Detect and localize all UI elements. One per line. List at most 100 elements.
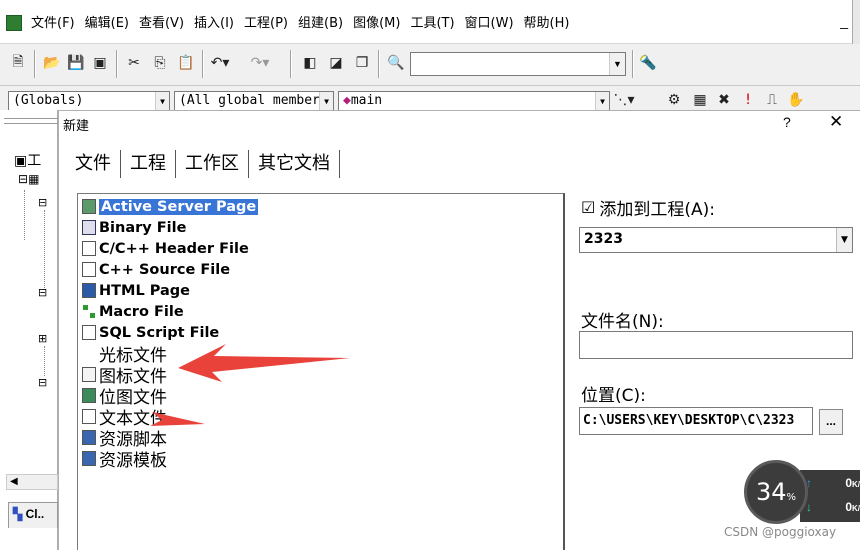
paste-icon[interactable]: 📋	[176, 53, 196, 73]
tree-node-expand[interactable]: ⊞	[38, 332, 47, 345]
text-file-icon	[82, 409, 96, 424]
output-window-icon[interactable]: ◪	[326, 53, 346, 73]
compile-icon[interactable]: ⚙	[664, 90, 684, 110]
new-text-file-icon[interactable]: 🗎	[8, 53, 28, 73]
memory-percent: 34	[755, 478, 787, 506]
menu-item[interactable]: 查看(V)	[134, 15, 189, 33]
html-icon	[82, 283, 96, 298]
menu-item[interactable]: 图像(M)	[348, 15, 405, 33]
hand-icon[interactable]: ✋	[786, 90, 806, 110]
file-type-item[interactable]: Binary File	[82, 217, 186, 238]
search-icon[interactable]: 🔦	[638, 53, 658, 73]
horizontal-scrollbar[interactable]: ◀	[6, 474, 58, 490]
members-combo-value: (All global members	[179, 93, 328, 108]
file-type-item[interactable]: 光标文件	[82, 343, 167, 366]
save-icon[interactable]: 💾	[66, 53, 86, 73]
speed-panel: ↑ 0K/ ↓ 0K/	[800, 470, 860, 522]
tree-line	[24, 190, 25, 240]
project-select[interactable]: 2323 ▼	[579, 227, 853, 253]
stop-build-icon[interactable]: ✖	[714, 90, 734, 110]
file-type-item[interactable]: 位图文件	[82, 385, 167, 408]
menu-item[interactable]: 帮助(H)	[519, 15, 575, 33]
members-combo[interactable]: (All global members ▼	[174, 91, 334, 110]
file-type-item[interactable]: 图标文件	[82, 364, 167, 387]
tree-line	[44, 210, 45, 290]
class-combo[interactable]: (Globals) ▼	[8, 91, 170, 110]
open-folder-icon[interactable]: 📂	[42, 53, 62, 73]
help-button[interactable]: ?	[783, 114, 791, 130]
chevron-down-icon[interactable]: ▼	[155, 92, 169, 110]
chevron-down-icon[interactable]: ▼	[609, 53, 625, 75]
menu-items: 文件(F) 编辑(E) 查看(V) 插入(I) 工程(P) 组建(B) 图像(M) 工具(T)…	[26, 15, 574, 33]
dialog-tab[interactable]: 其它文档	[249, 150, 340, 178]
file-type-item[interactable]: C++ Source File	[82, 259, 230, 280]
find-in-files-icon[interactable]: 🔍	[386, 53, 406, 73]
chevron-down-icon[interactable]: ▼	[595, 92, 609, 110]
dialog-tab[interactable]: 工程	[121, 150, 176, 178]
toolbar-separator	[34, 50, 36, 78]
close-button[interactable]: ✕	[829, 112, 843, 132]
tree-node-collapse[interactable]: ⊟	[38, 196, 47, 209]
menu-item[interactable]: 插入(I)	[189, 15, 239, 33]
menu-item[interactable]: 文件(F)	[26, 15, 80, 33]
dialog-tab[interactable]: 文件	[67, 150, 121, 178]
file-type-item[interactable]: 文本文件	[82, 406, 167, 429]
workspace-root-item[interactable]: ▣工	[14, 150, 41, 170]
build-icon[interactable]: ▦	[690, 90, 710, 110]
file-type-item[interactable]: 资源脚本	[82, 427, 167, 450]
menu-item[interactable]: 窗口(W)	[460, 15, 519, 33]
download-arrow-icon: ↓	[806, 500, 812, 514]
chevron-down-icon[interactable]: ▼	[836, 228, 852, 252]
filename-input[interactable]	[579, 331, 853, 359]
wizard-action-icon[interactable]: ⋱▾	[613, 90, 634, 110]
workspace-toggle-icon[interactable]: ◧	[300, 53, 320, 73]
find-combo[interactable]: ▼	[410, 52, 626, 76]
save-all-icon[interactable]: ▣	[90, 53, 110, 73]
minimize-button[interactable]: _	[840, 13, 848, 29]
file-type-item[interactable]: Active Server Page	[82, 196, 259, 217]
dialog-tab[interactable]: 工作区	[176, 150, 249, 178]
menu-item[interactable]: 工程(P)	[239, 15, 293, 33]
browse-button[interactable]: ...	[819, 409, 843, 435]
breakpoint-icon[interactable]: ⎍	[762, 90, 782, 110]
file-type-list[interactable]: Active Server Page Binary File C/C++ Heade…	[77, 193, 565, 550]
window-list-icon[interactable]: ❐	[352, 53, 372, 73]
add-to-project-label: 添加到工程(A):	[599, 200, 715, 220]
upload-value: 0	[845, 476, 852, 490]
file-type-item[interactable]: C/C++ Header File	[82, 238, 249, 259]
checkbox-checked-icon[interactable]: ☑	[581, 198, 595, 217]
tree-node-collapse[interactable]: ⊟	[38, 286, 47, 299]
project-node[interactable]: ⊟▦	[18, 172, 39, 186]
location-input[interactable]: C:\USERS\KEY\DESKTOP\C\2323	[579, 407, 813, 435]
file-type-item[interactable]: 资源模板	[82, 448, 167, 471]
scroll-left-icon[interactable]: ◀	[10, 476, 18, 487]
dialog-tabs: 文件 工程 工作区 其它文档	[67, 147, 340, 181]
tree-node-collapse[interactable]: ⊟	[38, 376, 47, 389]
undo-icon[interactable]: ↶▾	[210, 53, 230, 73]
resource-script-icon	[82, 430, 96, 445]
cut-icon[interactable]: ✂	[124, 53, 144, 73]
redo-icon[interactable]: ↷▾	[250, 53, 270, 73]
menu-item[interactable]: 工具(T)	[405, 15, 459, 33]
file-type-item[interactable]: HTML Page	[82, 280, 190, 301]
sql-icon	[82, 325, 96, 340]
add-to-project-checkbox[interactable]: ☑ 添加到工程(A):	[581, 195, 715, 220]
class-view-tab[interactable]: ▚ Cl..	[8, 502, 58, 528]
location-label: 位置(C):	[581, 386, 646, 406]
project-icon: ▦	[28, 172, 40, 186]
file-type-label: C++ Source File	[99, 261, 231, 278]
function-combo-value: main	[350, 93, 383, 108]
function-combo[interactable]: ◆main ▼	[338, 91, 610, 110]
memory-usage-gauge[interactable]: 34%	[744, 460, 808, 524]
watermark: CSDN @poggioxay	[724, 525, 837, 539]
execute-icon[interactable]: !	[738, 90, 758, 110]
file-type-item[interactable]: Macro File	[82, 301, 184, 322]
copy-icon[interactable]: ⎘	[150, 53, 170, 73]
network-speed-widget: ↑ 0K/ ↓ 0K/ 34%	[744, 456, 860, 528]
file-type-item[interactable]: SQL Script File	[82, 322, 219, 343]
menu-item[interactable]: 组建(B)	[293, 15, 348, 33]
cursor-icon	[82, 346, 96, 361]
chevron-down-icon[interactable]: ▼	[319, 92, 333, 110]
menu-item[interactable]: 编辑(E)	[80, 15, 134, 33]
binary-icon	[82, 220, 96, 235]
